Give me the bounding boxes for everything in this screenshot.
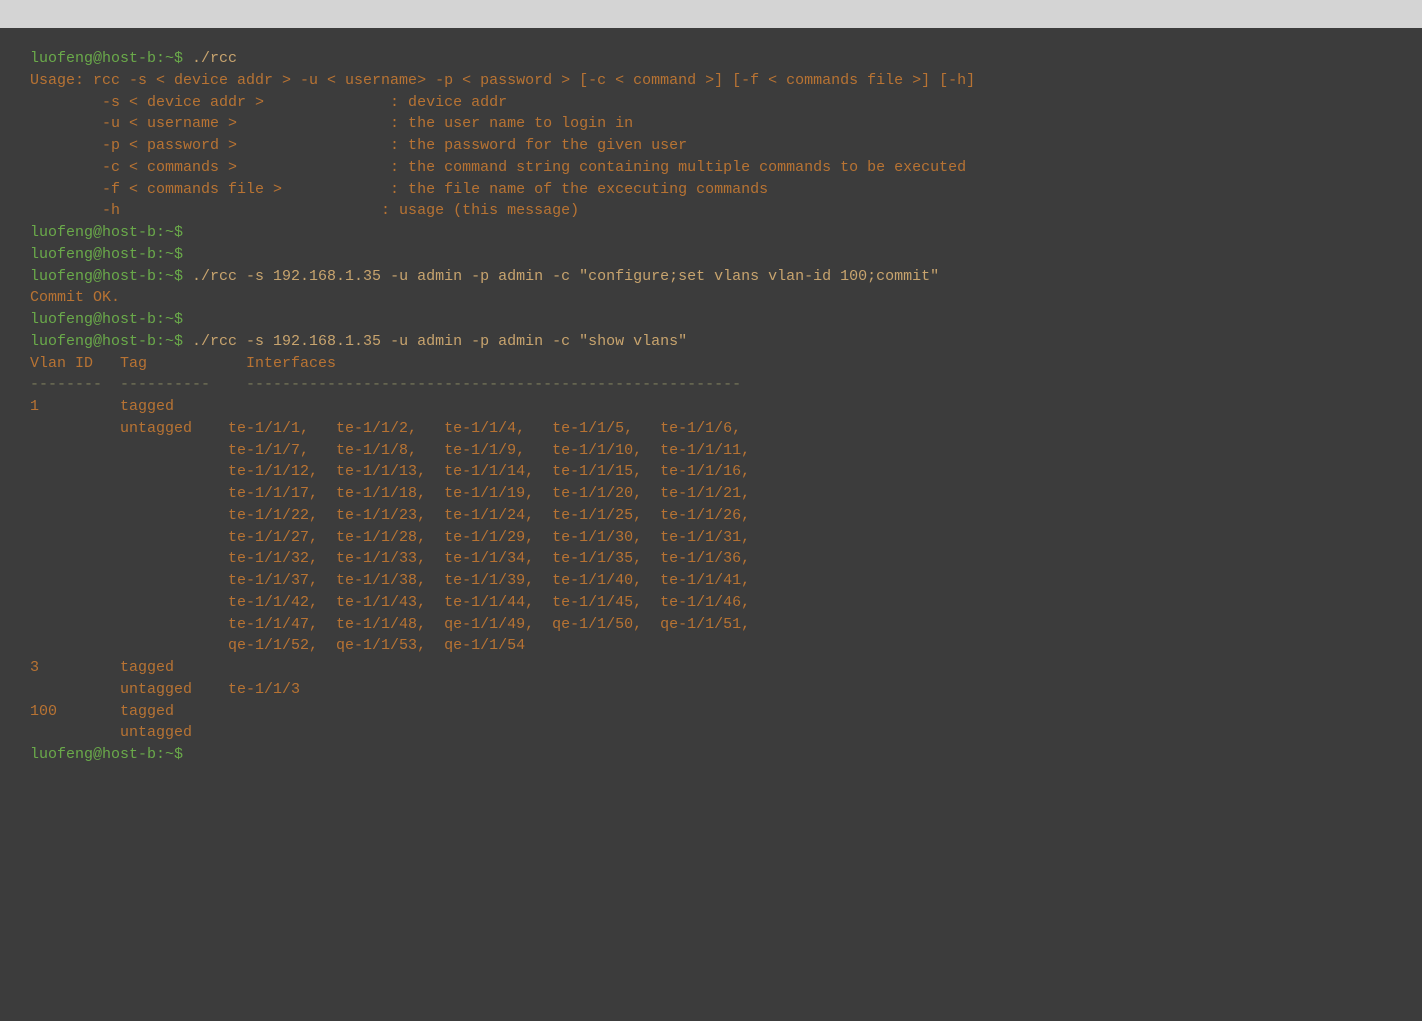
- terminal-line: untagged te-1/1/1, te-1/1/2, te-1/1/4, t…: [30, 418, 1392, 440]
- terminal-line: -------- ---------- --------------------…: [30, 374, 1392, 396]
- terminal-line: te-1/1/22, te-1/1/23, te-1/1/24, te-1/1/…: [30, 505, 1392, 527]
- command-text: ./rcc -s 192.168.1.35 -u admin -p admin …: [192, 268, 939, 285]
- command-text: ./rcc: [192, 50, 237, 67]
- terminal-line: Vlan ID Tag Interfaces: [30, 353, 1392, 375]
- terminal-line: 1 tagged: [30, 396, 1392, 418]
- terminal-line: -u < username > : the user name to login…: [30, 113, 1392, 135]
- prompt: luofeng@host-b:~$: [30, 246, 192, 263]
- terminal-line: luofeng@host-b:~$: [30, 222, 1392, 244]
- terminal-line: 3 tagged: [30, 657, 1392, 679]
- terminal-line: untagged: [30, 722, 1392, 744]
- prompt: luofeng@host-b:~$: [30, 333, 192, 350]
- terminal-line: luofeng@host-b:~$ ./rcc -s 192.168.1.35 …: [30, 266, 1392, 288]
- terminal-line: luofeng@host-b:~$: [30, 309, 1392, 331]
- prompt: luofeng@host-b:~$: [30, 311, 192, 328]
- prompt: luofeng@host-b:~$: [30, 224, 192, 241]
- terminal-line: luofeng@host-b:~$: [30, 744, 1392, 766]
- terminal-line: luofeng@host-b:~$: [30, 244, 1392, 266]
- terminal-line: untagged te-1/1/3: [30, 679, 1392, 701]
- terminal-line: -s < device addr > : device addr: [30, 92, 1392, 114]
- terminal: luofeng@host-b:~$ ./rccUsage: rcc -s < d…: [0, 28, 1422, 1021]
- command-text: ./rcc -s 192.168.1.35 -u admin -p admin …: [192, 333, 687, 350]
- prompt: luofeng@host-b:~$: [30, 50, 192, 67]
- terminal-line: -h : usage (this message): [30, 200, 1392, 222]
- top-bar: [0, 0, 1422, 28]
- terminal-line: -f < commands file > : the file name of …: [30, 179, 1392, 201]
- terminal-line: te-1/1/27, te-1/1/28, te-1/1/29, te-1/1/…: [30, 527, 1392, 549]
- terminal-line: te-1/1/7, te-1/1/8, te-1/1/9, te-1/1/10,…: [30, 440, 1392, 462]
- terminal-line: te-1/1/37, te-1/1/38, te-1/1/39, te-1/1/…: [30, 570, 1392, 592]
- terminal-line: Usage: rcc -s < device addr > -u < usern…: [30, 70, 1392, 92]
- terminal-line: Commit OK.: [30, 287, 1392, 309]
- terminal-line: te-1/1/47, te-1/1/48, qe-1/1/49, qe-1/1/…: [30, 614, 1392, 636]
- terminal-line: luofeng@host-b:~$ ./rcc -s 192.168.1.35 …: [30, 331, 1392, 353]
- terminal-line: te-1/1/42, te-1/1/43, te-1/1/44, te-1/1/…: [30, 592, 1392, 614]
- prompt: luofeng@host-b:~$: [30, 746, 192, 763]
- prompt: luofeng@host-b:~$: [30, 268, 192, 285]
- terminal-line: te-1/1/32, te-1/1/33, te-1/1/34, te-1/1/…: [30, 548, 1392, 570]
- terminal-line: te-1/1/17, te-1/1/18, te-1/1/19, te-1/1/…: [30, 483, 1392, 505]
- terminal-line: -p < password > : the password for the g…: [30, 135, 1392, 157]
- terminal-line: te-1/1/12, te-1/1/13, te-1/1/14, te-1/1/…: [30, 461, 1392, 483]
- terminal-line: -c < commands > : the command string con…: [30, 157, 1392, 179]
- terminal-line: 100 tagged: [30, 701, 1392, 723]
- terminal-line: qe-1/1/52, qe-1/1/53, qe-1/1/54: [30, 635, 1392, 657]
- terminal-line: luofeng@host-b:~$ ./rcc: [30, 48, 1392, 70]
